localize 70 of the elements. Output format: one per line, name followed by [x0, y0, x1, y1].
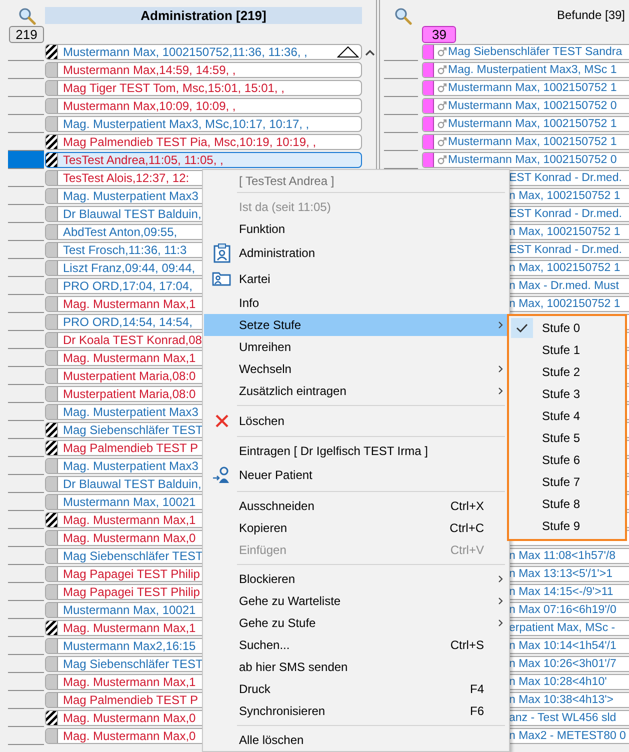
entry-text: TesTest Alois,12:37, 12:	[63, 171, 190, 185]
entry-text: AbdTest Anton,09:55,	[63, 225, 178, 239]
entry-text: anz - Test WL456 sld	[509, 711, 616, 725]
entry-text: Mag Papagei TEST Philip	[63, 585, 200, 599]
entry-text: Mag Siebenschläfer TEST	[63, 657, 203, 671]
count-badge: 219	[8, 26, 44, 42]
entry-text: Mustermann Max, 10021	[63, 603, 196, 617]
entry-text: n Max 10:28<4h10'	[509, 675, 607, 689]
entry-text: n Max, 1002150752 1	[509, 225, 620, 239]
panel-title: Befunde [39]	[556, 7, 626, 24]
entry-text: Mustermann Max, 1002150752 0	[448, 153, 617, 167]
entry-text: n Max 11:08<1h57'/8	[509, 549, 616, 563]
entry-text: Mustermann Max,14:59, 14:59, ,	[63, 63, 236, 77]
entry-text: Mag Siebenschläfer TEST Sandra	[448, 45, 622, 59]
entry-text: Mustermann Max, 1002150752 0	[448, 99, 617, 113]
entry-text: Mag Siebenschläfer TEST	[63, 549, 203, 563]
entry-text: Mustermann Max,10:09, 10:09, ,	[63, 99, 236, 113]
entry-text: n Max - Dr.med. Must	[509, 279, 619, 293]
entry-text: Liszt Franz,09:44, 09:44,	[63, 261, 196, 275]
entry-text: Mag. Mustermann Max,0	[63, 531, 196, 545]
entry-text: Mag. Mustermann Max,1	[63, 513, 196, 527]
entry-text: Mag Palmendieb TEST P	[63, 693, 198, 707]
entry-text: Musterpatient Maria,08:0	[63, 387, 196, 401]
entry-text: Dr Blauwal TEST Balduin,	[63, 477, 202, 491]
entry-text: n Max 14:15<-/9'>11	[509, 585, 614, 599]
entry-text: Musterpatient Maria,08:0	[63, 369, 196, 383]
entry-text: EST Konrad - Dr.med.	[509, 243, 622, 257]
entry-text: n Max 10:14<1h54'/1	[509, 639, 616, 653]
entry-text: Mag. Mustermann Max,1	[63, 351, 196, 365]
entry-text: Mag. Musterpatient Max3	[63, 405, 198, 419]
entry-text: Dr Blauwal TEST Balduin,	[63, 207, 202, 221]
entry-text: Mustermann Max, 1002150752,11:36, 11:36, ,	[63, 45, 308, 59]
entry-text: EST Konrad - Dr.med.	[509, 207, 622, 221]
entry-text: Mag. Musterpatient Max3, MSc,10:17, 10:17, ,	[63, 117, 310, 131]
entry-text: Mag Palmendieb TEST Pia, Msc,10:19, 10:19, ,	[63, 135, 316, 149]
entry-text: n Max, 1002150752 1	[509, 189, 620, 203]
entry-text: Mag. Mustermann Max,0	[63, 711, 196, 725]
entry-text: erpatient Max, MSc -	[509, 621, 616, 635]
entry-text: Mag Papagei TEST Philip	[63, 567, 200, 581]
entry-text: Mustermann Max, 1002150752 1	[448, 81, 617, 95]
entry-text: n Max 10:38<4h13'>	[509, 693, 614, 707]
entry-text: n Max 10:26<3h01'/7	[509, 657, 616, 671]
entry-text: Mustermann Max, 10021	[63, 495, 196, 509]
entry-text: Mag Tiger TEST Tom, Msc,15:01, 15:01, ,	[63, 81, 284, 95]
entry-text: n Max 13:13<5'/1'>1	[509, 567, 612, 581]
entry-text: Mag. Mustermann Max,1	[63, 297, 196, 311]
entry-text: Mag Palmendieb TEST P	[63, 441, 198, 455]
entry-text: Mag. Mustermann Max,1	[63, 621, 196, 635]
entry-text: n Max2 - METEST80 0	[509, 729, 626, 743]
entry-text: PRO ORD,17:04, 17:04,	[63, 279, 192, 293]
count-badge: 39	[422, 26, 456, 42]
entry-text: Mustermann Max, 1002150752 1	[448, 135, 617, 149]
entry-text: Mag. Musterpatient Max3	[63, 459, 198, 473]
entry-text: Dr Koala TEST Konrad,08	[63, 333, 202, 347]
entry-text: Mustermann Max, 1002150752 1	[448, 117, 617, 131]
entry-text: Test Frosch,11:36, 11:3	[63, 243, 187, 257]
entry-text: Mustermann Max2,16:15	[63, 639, 196, 653]
entry-text: PRO ORD,14:54, 14:54,	[63, 315, 192, 329]
entry-text: n Max 07:16<6h19'/0	[509, 603, 616, 617]
entry-text: TesTest Andrea,11:05, 11:05, ,	[63, 153, 224, 167]
entry-text: EST Konrad - Dr.med.	[509, 171, 622, 185]
entry-text: Mag. Mustermann Max,0	[63, 729, 196, 743]
entry-text: n Max, 1002150752 1	[509, 261, 620, 275]
entry-text: Mag. Musterpatient Max3	[63, 189, 198, 203]
menu-header: [ TesTest Andrea ]	[239, 174, 334, 188]
entry-text: Mag Siebenschläfer TEST	[63, 423, 203, 437]
panel-title: Administration [219]	[45, 7, 362, 24]
entry-text: Mag. Musterpatient Max3, MSc 1	[448, 63, 617, 77]
entry-text: Mag. Mustermann Max,1	[63, 675, 196, 689]
entry-text: n Max, 1002150752 1	[509, 297, 620, 311]
